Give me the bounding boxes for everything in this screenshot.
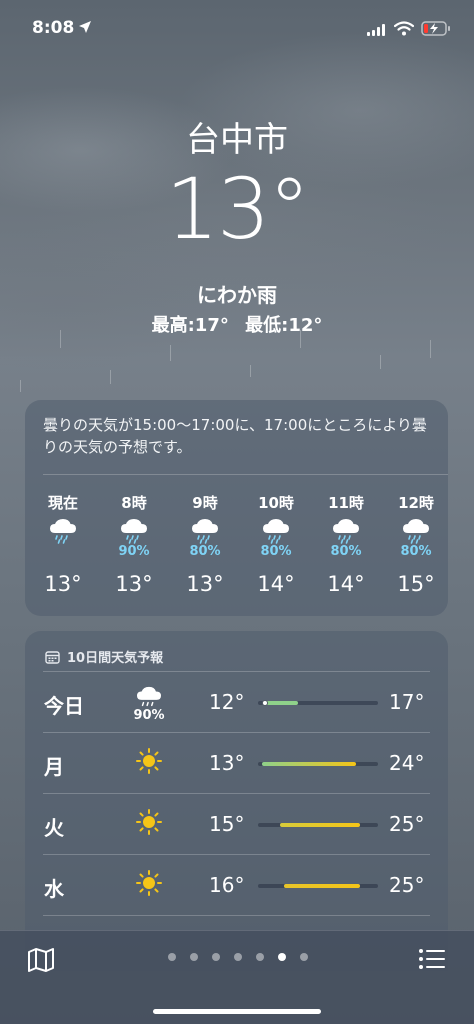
precip-chance: [33, 544, 93, 560]
precip-chance: 80%: [260, 544, 292, 559]
temperature-range-fill: [284, 884, 360, 888]
temperature-range-fill: [262, 762, 356, 766]
page-dot[interactable]: [300, 953, 308, 961]
hour-label: 11時: [328, 494, 364, 512]
precip-chance: 80%: [330, 544, 362, 559]
sun-icon: [133, 869, 165, 897]
hour-temperature: 14°: [327, 572, 365, 596]
hourly-item: 12時 80% 15°: [386, 492, 446, 596]
list-icon[interactable]: [418, 947, 446, 971]
hour-label: 現在: [47, 494, 78, 512]
day-name: 今日: [44, 694, 84, 718]
page-dot[interactable]: [234, 953, 242, 961]
high-temperature: 24°: [389, 751, 425, 775]
page-indicator[interactable]: [168, 953, 322, 961]
current-temperature-dot: [262, 700, 268, 706]
temperature-range-bar: [258, 884, 378, 888]
current-temperature: 13°: [165, 160, 311, 258]
page-dot[interactable]: [190, 953, 198, 961]
bottom-toolbar: [0, 930, 474, 1024]
ten-day-title: 10日間天気予報: [67, 651, 164, 666]
day-row-today[interactable]: 今日 90% 12° 17°: [25, 672, 448, 732]
high-temperature: 17°: [389, 690, 425, 714]
low-temperature: 最低:12°: [245, 315, 323, 336]
precip-chance: 90%: [133, 708, 165, 723]
location-arrow-icon: [79, 21, 91, 33]
high-low-temperatures: 最高:17° 最低:12°: [0, 311, 474, 337]
rain-cloud-icon: [386, 518, 446, 544]
hour-temperature: 13°: [44, 572, 82, 596]
divider: [43, 915, 430, 916]
high-temperature: 最高:17°: [151, 315, 229, 336]
day-name: 月: [44, 755, 64, 779]
rain-cloud-icon: [33, 518, 93, 544]
home-indicator[interactable]: [153, 1009, 321, 1014]
hour-label: 8時: [121, 494, 147, 512]
hour-label: 9時: [192, 494, 218, 512]
hour-temperature: 14°: [257, 572, 295, 596]
divider: [43, 474, 448, 475]
low-temperature: 16°: [209, 873, 245, 897]
map-icon[interactable]: [27, 947, 55, 973]
battery-low-charging-icon: [421, 21, 450, 36]
page-dot-active[interactable]: [278, 953, 286, 961]
rain-cloud-icon: [246, 518, 306, 544]
city-name: 台中市: [186, 120, 288, 160]
day-row-tuesday[interactable]: 火 15° 25°: [25, 794, 448, 854]
high-temperature: 25°: [389, 812, 425, 836]
day-name: 火: [44, 816, 64, 840]
ten-day-header: 10日間天気予報: [45, 647, 163, 666]
rain-cloud-icon: [175, 518, 235, 544]
hourly-item: 10時 80% 14°: [246, 492, 306, 596]
hourly-item: 9時 80% 13°: [175, 492, 235, 596]
temperature-range-fill: [280, 823, 360, 827]
hour-temperature: 13°: [186, 572, 224, 596]
page-dot[interactable]: [256, 953, 264, 961]
hourly-item: 11時 80% 14°: [316, 492, 376, 596]
page-dot[interactable]: [168, 953, 176, 961]
temperature-range-bar: [258, 700, 378, 706]
hour-temperature: 15°: [397, 572, 435, 596]
rain-cloud-icon: [316, 518, 376, 544]
hour-label: 12時: [398, 494, 434, 512]
day-row-wednesday[interactable]: 水 16° 25°: [25, 855, 448, 915]
cellular-signal-icon: [367, 24, 385, 36]
hour-temperature: 13°: [115, 572, 153, 596]
temperature-range-fill: [266, 701, 298, 705]
rain-cloud-icon: [104, 518, 164, 544]
hourly-item: 現在 13°: [33, 492, 93, 596]
low-temperature: 13°: [209, 751, 245, 775]
current-condition: にわか雨: [197, 283, 277, 307]
page-dot[interactable]: [212, 953, 220, 961]
temperature-range-bar: [258, 762, 378, 766]
hourly-forecast-card[interactable]: 曇りの天気が15:00～17:00に、17:00にところにより曇りの天気の予想で…: [25, 400, 448, 616]
precip-chance: 90%: [118, 544, 150, 559]
forecast-summary: 曇りの天気が15:00～17:00に、17:00にところにより曇りの天気の予想で…: [43, 416, 427, 456]
status-time: 8:08: [32, 18, 75, 38]
rain-cloud-icon: 90%: [133, 686, 165, 723]
precip-chance: 80%: [189, 544, 221, 559]
calendar-icon: [45, 650, 60, 664]
ten-day-forecast-card[interactable]: 10日間天気予報 今日 90% 12° 17° 月 13° 24° 火 15° …: [25, 631, 448, 971]
day-name: 水: [44, 877, 64, 901]
status-bar: 8:08: [0, 0, 474, 56]
temperature-range-bar: [258, 823, 378, 827]
high-temperature: 25°: [389, 873, 425, 897]
sun-icon: [133, 747, 165, 775]
low-temperature: 15°: [209, 812, 245, 836]
wifi-icon: [394, 21, 414, 36]
hour-label: 10時: [258, 494, 294, 512]
sun-icon: [133, 808, 165, 836]
hourly-item: 8時 90% 13°: [104, 492, 164, 596]
low-temperature: 12°: [209, 690, 245, 714]
precip-chance: 80%: [400, 544, 432, 559]
day-row-monday[interactable]: 月 13° 24°: [25, 733, 448, 793]
